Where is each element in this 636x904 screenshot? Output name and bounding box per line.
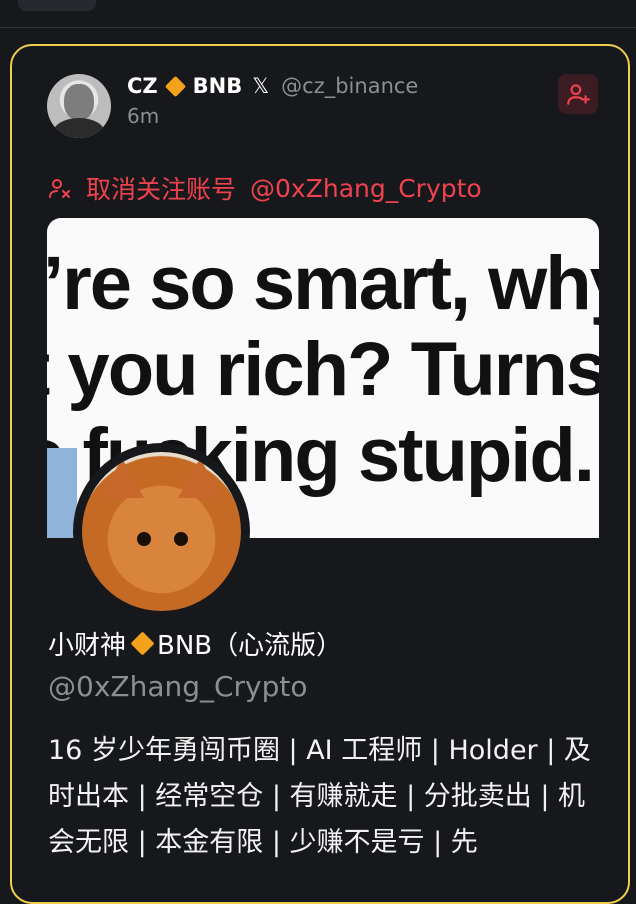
meme-text-line-2: t you rich? Turns [47,327,599,412]
unfollow-user-icon [49,179,70,198]
unfollow-account[interactable]: @0xZhang_Crypto [250,174,482,203]
x-logo-icon: 𝕏 [252,74,270,98]
author-name[interactable]: CZ [127,74,158,98]
add-user-icon [567,84,590,105]
top-tab-pill[interactable] [18,0,96,11]
profile-handle[interactable]: @0xZhang_Crypto [48,670,308,703]
bnb-diamond-icon [130,631,155,656]
follow-button[interactable] [558,74,598,114]
profile-bio: 16 岁少年勇闯币圈 | AI 工程师 | Holder | 及时出本 | 经常… [48,735,591,858]
profile-name-part1: 小财神 [48,631,127,661]
bnb-diamond-icon [164,75,186,97]
top-bar [0,0,636,28]
unfollow-label: 取消关注账号 [86,175,237,204]
profile-name-part2: BNB（心流版） [157,631,343,661]
author-badge: BNB [192,74,243,98]
author-handle[interactable]: @cz_binance [281,74,418,98]
profile-avatar[interactable] [82,452,241,611]
author-avatar[interactable] [47,74,111,138]
unfollow-notice[interactable]: 取消关注账号 @0xZhang_Crypto [48,170,482,206]
author-line: CZ BNB 𝕏 @cz_binance [127,72,418,100]
profile-display-name: 小财神 BNB（心流版） [48,625,342,662]
tweet-time: 6m [127,104,160,128]
meme-text-line-1: ’re so smart, why [47,241,599,326]
